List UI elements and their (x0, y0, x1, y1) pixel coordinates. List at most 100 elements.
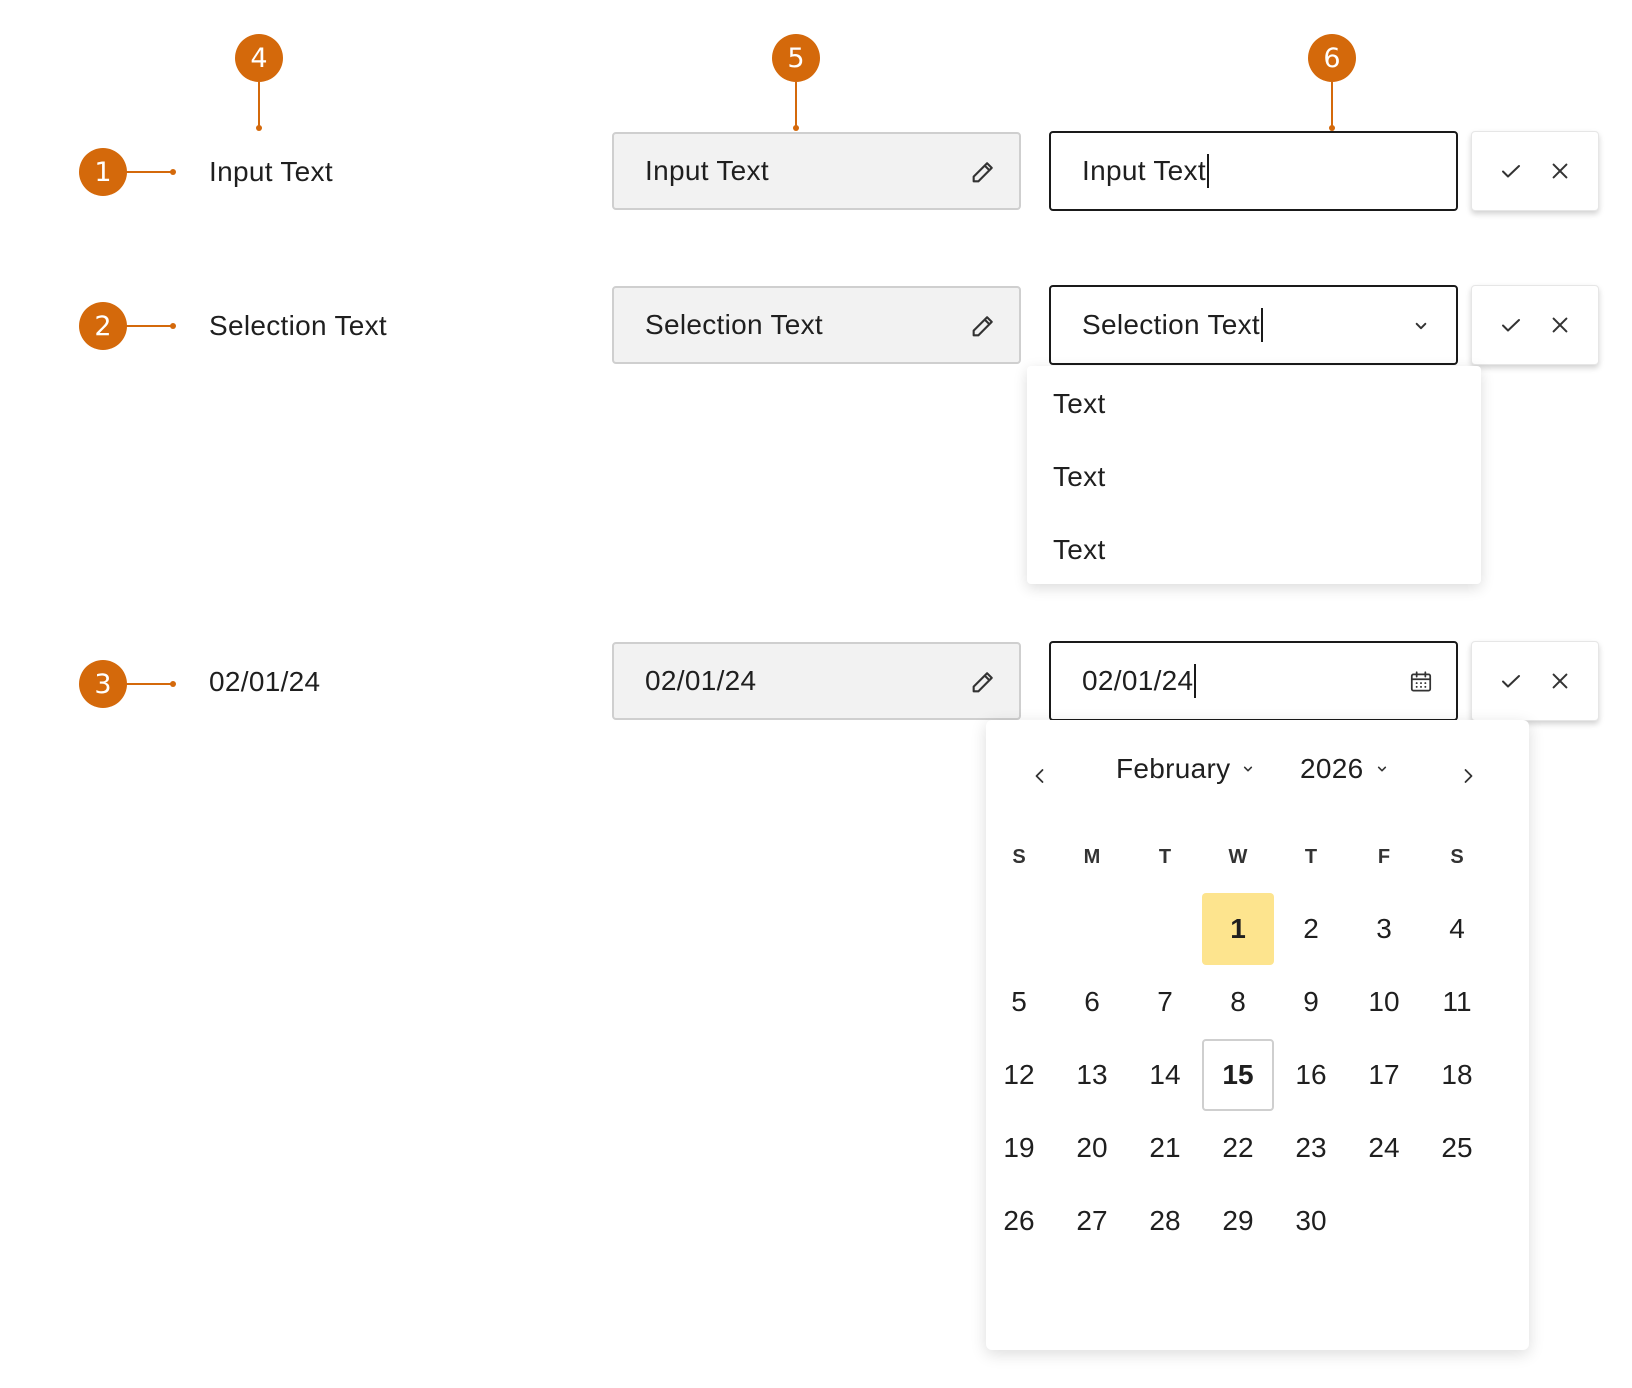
calendar-day[interactable]: 8 (1202, 966, 1274, 1038)
calendar-day[interactable]: 23 (1275, 1112, 1347, 1184)
weekday-header: F (1377, 846, 1391, 868)
calendar-day[interactable]: 26 (983, 1185, 1055, 1257)
calendar-day[interactable]: 30 (1275, 1185, 1347, 1257)
calendar-day[interactable]: 19 (983, 1112, 1055, 1184)
text-caret (1261, 308, 1264, 342)
readonly-selection-field[interactable]: Selection Text (612, 286, 1021, 364)
label-date-text: 02/01/24 (209, 666, 321, 697)
text-caret (1194, 664, 1197, 698)
calendar-day[interactable]: 9 (1275, 966, 1347, 1038)
calendar-day[interactable]: 7 (1129, 966, 1201, 1038)
calendar-day-today[interactable]: 15 (1202, 1039, 1274, 1111)
readonly-input-field[interactable]: Input Text (612, 132, 1021, 210)
calendar-day[interactable]: 24 (1348, 1112, 1420, 1184)
date-picker-calendar: February 2026 S M T W T F S 1 2 3 4 5 6 7 8 9 10 1… (986, 720, 1529, 1350)
annotation-badge-1: 1 (79, 148, 127, 196)
month-label: February (1116, 753, 1231, 784)
annotation-leader (126, 325, 173, 327)
check-icon (1501, 319, 1520, 332)
close-icon (1552, 673, 1567, 689)
year-select[interactable]: 2026 (1300, 753, 1390, 785)
confirm-button[interactable] (1491, 661, 1531, 701)
month-select[interactable]: February (1116, 753, 1256, 785)
pencil-icon[interactable] (969, 668, 997, 696)
annotation-badge-2: 2 (79, 302, 127, 350)
close-icon (1552, 163, 1567, 179)
cancel-button[interactable] (1540, 305, 1580, 345)
calendar-day[interactable]: 29 (1202, 1185, 1274, 1257)
calendar-day[interactable]: 16 (1275, 1039, 1347, 1111)
annotation-leader (258, 82, 260, 128)
calendar-day[interactable]: 3 (1348, 893, 1420, 965)
calendar-day[interactable]: 5 (983, 966, 1055, 1038)
calendar-day[interactable]: 17 (1348, 1039, 1420, 1111)
calendar-day[interactable]: 20 (1056, 1112, 1128, 1184)
chevron-down-icon (1377, 766, 1386, 772)
calendar-day[interactable]: 21 (1129, 1112, 1201, 1184)
calendar-icon[interactable] (1408, 669, 1434, 695)
label-selection-text: Selection Text (209, 310, 388, 341)
cancel-button[interactable] (1540, 661, 1580, 701)
calendar-day[interactable]: 4 (1421, 893, 1493, 965)
calendar-day[interactable]: 6 (1056, 966, 1128, 1038)
calendar-day[interactable]: 10 (1348, 966, 1420, 1038)
pencil-icon[interactable] (969, 158, 997, 186)
edit-value: Input Text (1082, 155, 1206, 186)
next-month-button[interactable] (1448, 756, 1488, 796)
calendar-day[interactable]: 28 (1129, 1185, 1201, 1257)
annotation-dot (793, 125, 799, 131)
readonly-value: 02/01/24 (645, 665, 757, 696)
confirm-button[interactable] (1491, 305, 1531, 345)
edit-actions (1471, 131, 1599, 211)
weekday-header: T (1304, 846, 1318, 868)
pencil-icon[interactable] (969, 312, 997, 340)
edit-input-field[interactable]: Input Text (1049, 131, 1458, 211)
calendar-day[interactable]: 27 (1056, 1185, 1128, 1257)
readonly-value: Input Text (645, 155, 769, 186)
chevron-right-icon (1464, 769, 1473, 783)
annotation-dot (170, 681, 176, 687)
text-caret (1206, 154, 1209, 188)
weekday-header: S (1012, 846, 1026, 868)
weekday-header: T (1158, 846, 1172, 868)
annotation-leader (126, 683, 173, 685)
calendar-day[interactable]: 2 (1275, 893, 1347, 965)
chevron-down-icon[interactable] (1408, 313, 1434, 339)
edit-selection-field[interactable]: Selection Text (1049, 285, 1458, 365)
label-input-text: Input Text (209, 156, 333, 187)
selection-dropdown-list: Text Text Text (1027, 366, 1481, 584)
calendar-day[interactable]: 22 (1202, 1112, 1274, 1184)
annotation-badge-5: 5 (772, 34, 820, 82)
annotation-dot (256, 125, 262, 131)
calendar-day[interactable]: 12 (983, 1039, 1055, 1111)
annotation-badge-6: 6 (1308, 34, 1356, 82)
dropdown-option[interactable]: Text (1053, 384, 1106, 424)
annotation-badge-4: 4 (235, 34, 283, 82)
dropdown-option[interactable]: Text (1053, 457, 1106, 497)
calendar-day[interactable]: 11 (1421, 966, 1493, 1038)
chevron-down-icon (1244, 766, 1253, 772)
annotation-dot (170, 323, 176, 329)
chevron-left-icon (1035, 769, 1044, 783)
annotation-badge-3: 3 (79, 660, 127, 708)
calendar-day[interactable]: 14 (1129, 1039, 1201, 1111)
annotation-dot (170, 169, 176, 175)
close-icon (1552, 317, 1567, 333)
weekday-header: M (1083, 846, 1101, 868)
dropdown-option[interactable]: Text (1053, 530, 1106, 570)
readonly-date-field[interactable]: 02/01/24 (612, 642, 1021, 720)
calendar-day-selected[interactable]: 1 (1202, 893, 1274, 965)
calendar-day[interactable]: 13 (1056, 1039, 1128, 1111)
calendar-day[interactable]: 18 (1421, 1039, 1493, 1111)
calendar-day[interactable]: 25 (1421, 1112, 1493, 1184)
previous-month-button[interactable] (1020, 756, 1060, 796)
edit-value: Selection Text (1082, 309, 1261, 340)
edit-actions (1471, 285, 1599, 365)
edit-value: 02/01/24 (1082, 665, 1194, 696)
cancel-button[interactable] (1540, 151, 1580, 191)
confirm-button[interactable] (1491, 151, 1531, 191)
edit-date-field[interactable]: 02/01/24 (1049, 641, 1458, 721)
check-icon (1501, 165, 1520, 178)
edit-actions (1471, 641, 1599, 721)
weekday-header: W (1228, 846, 1248, 868)
